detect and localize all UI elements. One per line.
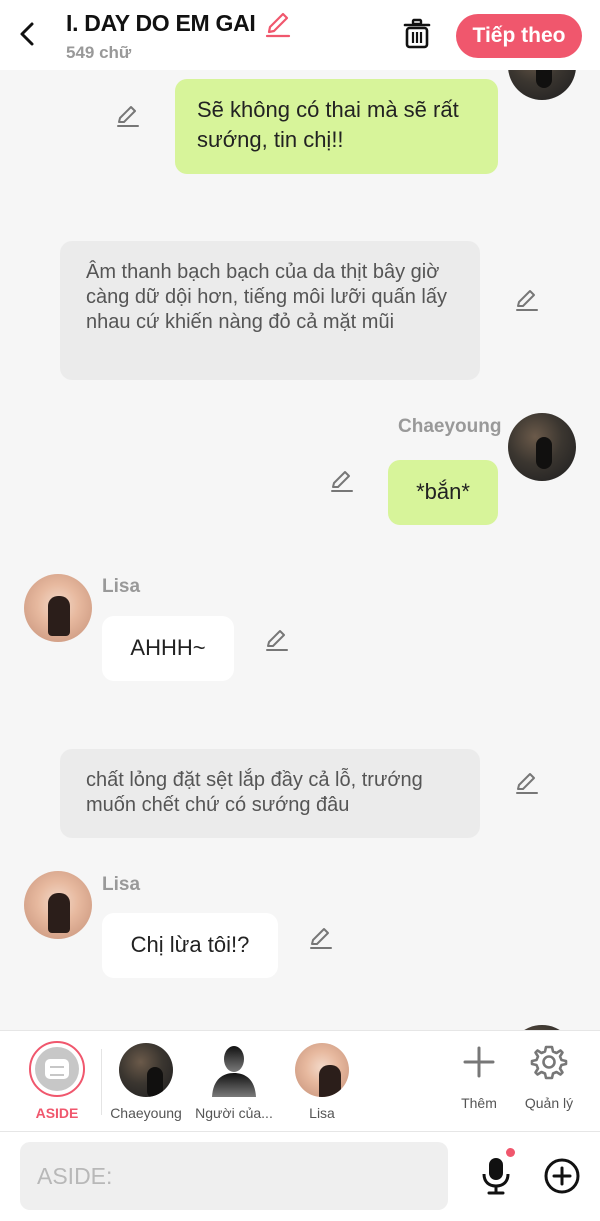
speaker-name: Lisa <box>102 874 141 895</box>
narration-bubble[interactable]: chất lỏng đặt sệt lắp đầy cả lỗ, trướng … <box>60 749 480 838</box>
character-bar: ASIDE Chaeyoung Người của... Lisa Thêm Q… <box>0 1030 600 1132</box>
avatar-lisa <box>24 574 92 642</box>
aside-button[interactable] <box>29 1041 85 1097</box>
word-count: 549 chữ <box>66 43 132 62</box>
narration-bubble[interactable]: Âm thanh bạch bạch của da thịt bây giờ c… <box>60 241 480 380</box>
add-circle-icon[interactable] <box>543 1157 581 1195</box>
avatar-lisa <box>24 871 92 939</box>
notification-dot <box>506 1148 515 1157</box>
page-title: I. DAY DO EM GAI <box>66 10 256 36</box>
message-bubble[interactable]: Sẽ không có thai mà sẽ rất sướng, tin ch… <box>175 79 498 174</box>
character-label: Chaeyoung <box>110 1105 182 1121</box>
pen-icon[interactable] <box>264 10 292 38</box>
character-lisa[interactable] <box>295 1043 349 1097</box>
character-label: Lisa <box>309 1105 335 1121</box>
add-label: Thêm <box>461 1095 497 1111</box>
speaker-name: Chaeyoung <box>398 416 502 437</box>
message-bubble[interactable]: *bắn* <box>388 460 498 525</box>
edit-icon[interactable] <box>264 627 290 653</box>
edit-icon[interactable] <box>514 287 540 313</box>
mic-icon[interactable] <box>480 1156 512 1196</box>
character-unknown[interactable] <box>207 1043 261 1097</box>
edit-icon[interactable] <box>308 925 334 951</box>
character-chaeyoung[interactable] <box>119 1043 173 1097</box>
trash-icon[interactable] <box>402 18 432 50</box>
character-label: Người của... <box>195 1105 273 1121</box>
message-bubble[interactable]: AHHH~ <box>102 616 234 681</box>
message-input[interactable]: ASIDE: <box>20 1142 448 1210</box>
message-bubble[interactable]: Chị lừa tôi!? <box>102 913 278 978</box>
next-button[interactable]: Tiếp theo <box>456 14 582 58</box>
aside-label: ASIDE <box>35 1105 79 1121</box>
plus-icon[interactable] <box>460 1043 498 1081</box>
narration-icon <box>35 1047 79 1091</box>
speaker-name: Lisa <box>102 576 141 597</box>
edit-icon[interactable] <box>514 770 540 796</box>
header: I. DAY DO EM GAI 549 chữ Tiếp theo <box>0 0 600 70</box>
avatar-chaeyoung <box>508 70 576 100</box>
edit-icon[interactable] <box>329 468 355 494</box>
back-icon[interactable] <box>14 18 42 50</box>
input-bar: ASIDE: <box>0 1132 600 1221</box>
edit-icon[interactable] <box>115 103 141 129</box>
gear-icon[interactable] <box>530 1043 568 1081</box>
manage-label: Quản lý <box>524 1095 574 1111</box>
chat-area[interactable]: Sẽ không có thai mà sẽ rất sướng, tin ch… <box>0 70 600 1030</box>
avatar-chaeyoung <box>508 413 576 481</box>
